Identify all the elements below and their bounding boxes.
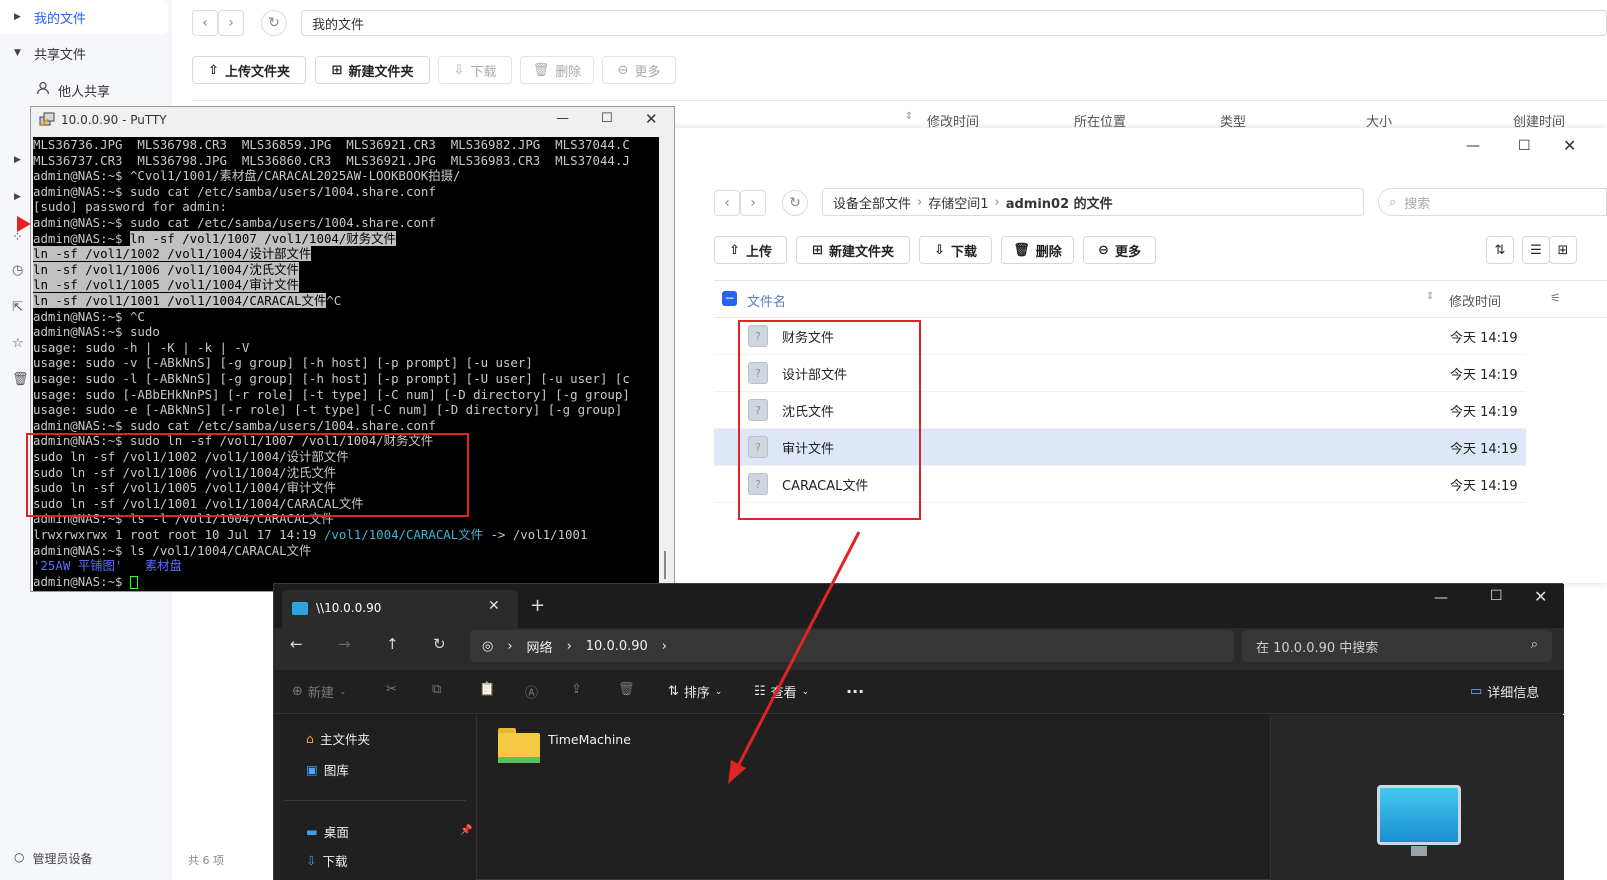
annotation-arrow <box>728 531 861 784</box>
